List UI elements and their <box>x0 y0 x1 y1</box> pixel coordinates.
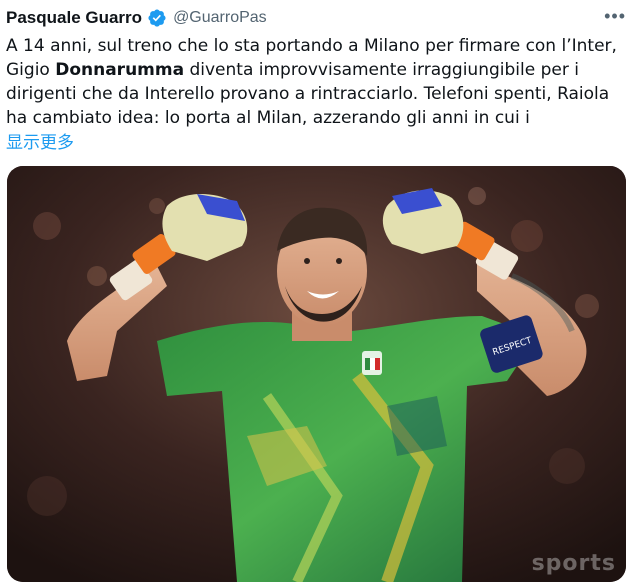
author-handle[interactable]: @GuarroPas <box>173 9 267 27</box>
watermark-text: sports <box>531 551 616 576</box>
show-more-link[interactable]: 显示更多 <box>6 128 74 153</box>
tweet-text-bold: Donnarumma <box>55 60 185 80</box>
player-photo-illustration: RESPECT <box>7 166 626 582</box>
author-name[interactable]: Pasquale Guarro <box>6 8 142 28</box>
tweet-photo[interactable]: RESPECT sports <box>7 166 626 582</box>
more-horizontal-icon[interactable]: ••• <box>604 6 626 26</box>
tweet-header: Pasquale Guarro @GuarroPas ••• <box>6 6 630 30</box>
tweet-text: A 14 anni, sul treno che lo sta portando… <box>6 34 631 130</box>
verified-badge-icon <box>148 9 166 27</box>
